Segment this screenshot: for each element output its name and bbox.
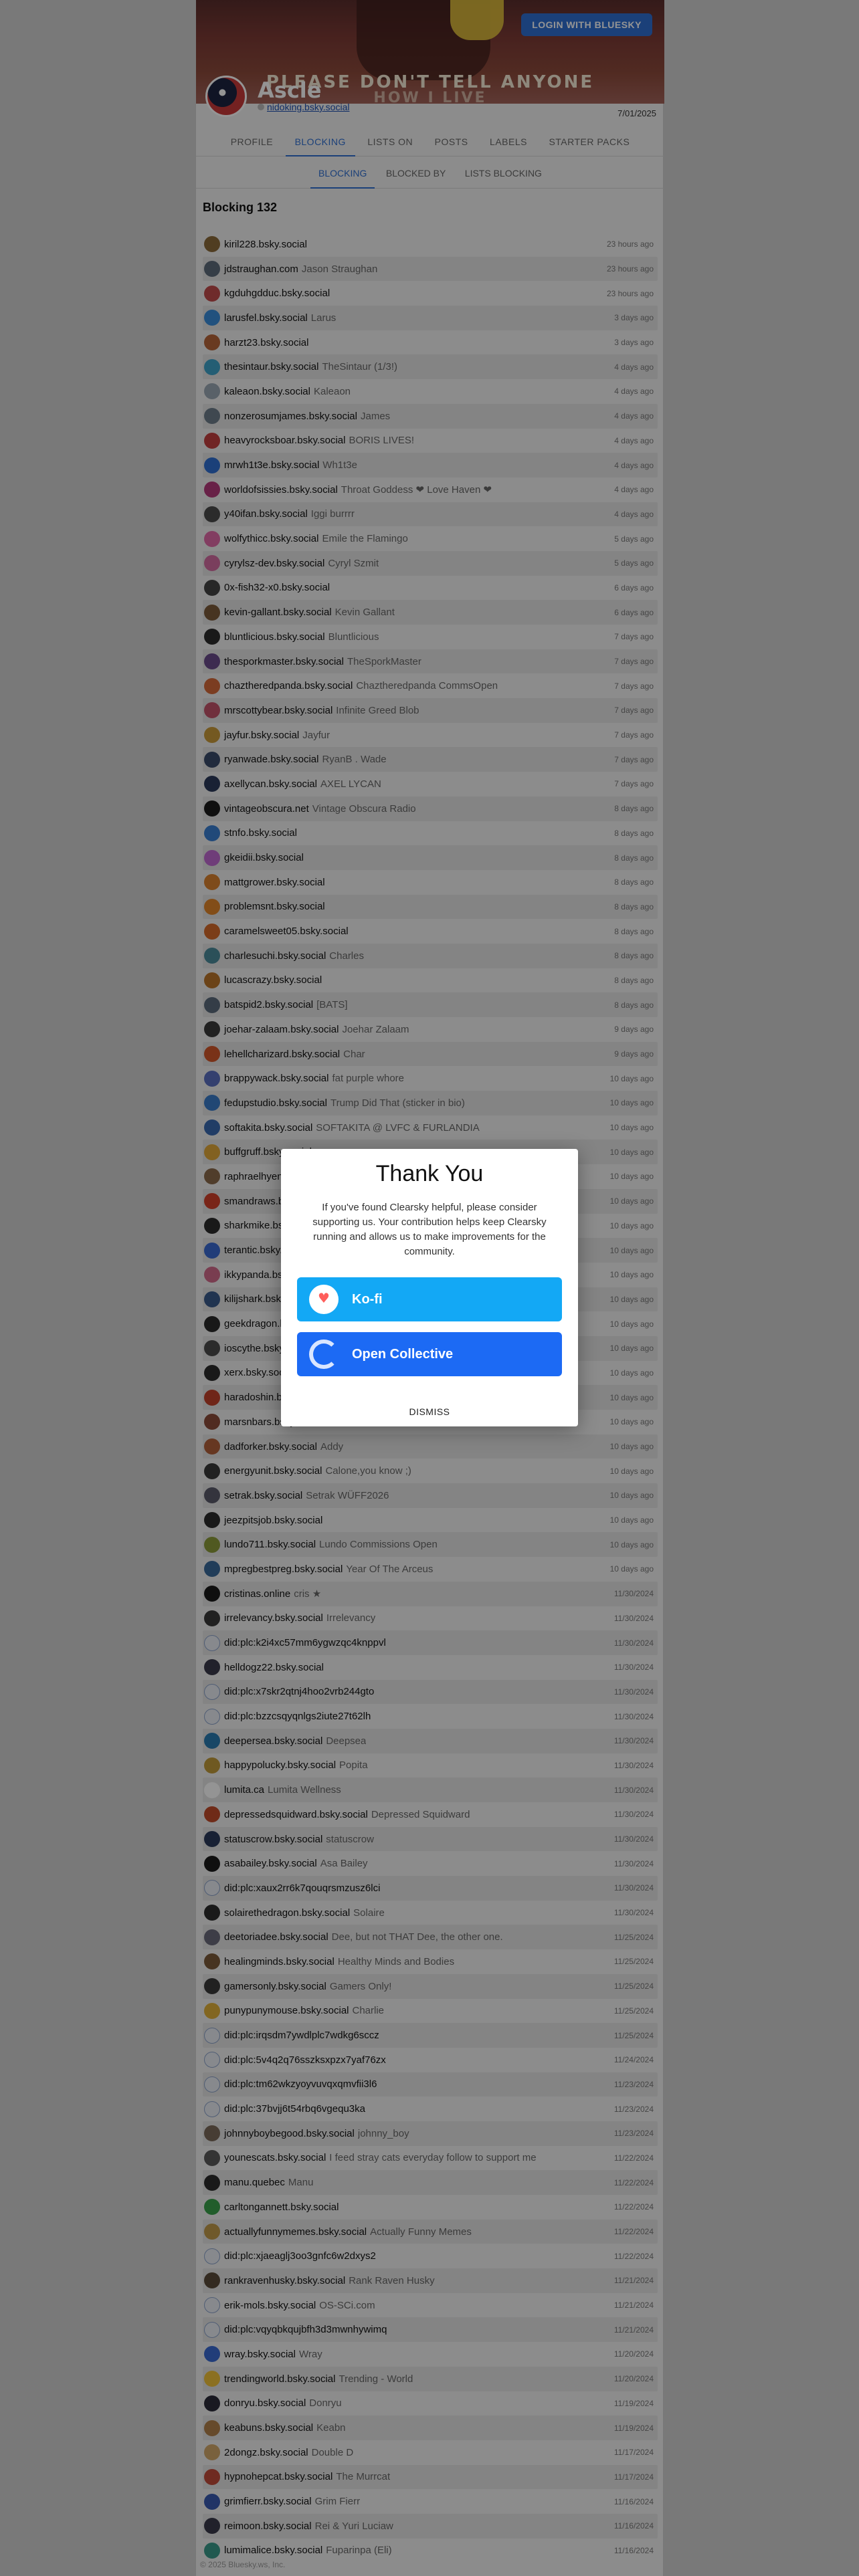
modal-body: If you've found Clearsky helpful, please… — [312, 1202, 547, 1257]
kofi-button[interactable]: Ko-fi — [297, 1277, 562, 1321]
open-collective-icon — [309, 1339, 339, 1369]
modal-title: Thank You — [375, 1161, 484, 1186]
open-collective-button-label: Open Collective — [352, 1346, 454, 1362]
kofi-cup-icon — [309, 1285, 339, 1314]
kofi-button-label: Ko-fi — [352, 1291, 383, 1307]
dismiss-button[interactable]: DISMISS — [281, 1406, 578, 1417]
open-collective-button[interactable]: Open Collective — [297, 1332, 562, 1376]
donation-modal: Thank You If you've found Clearsky helpf… — [281, 1149, 578, 1426]
